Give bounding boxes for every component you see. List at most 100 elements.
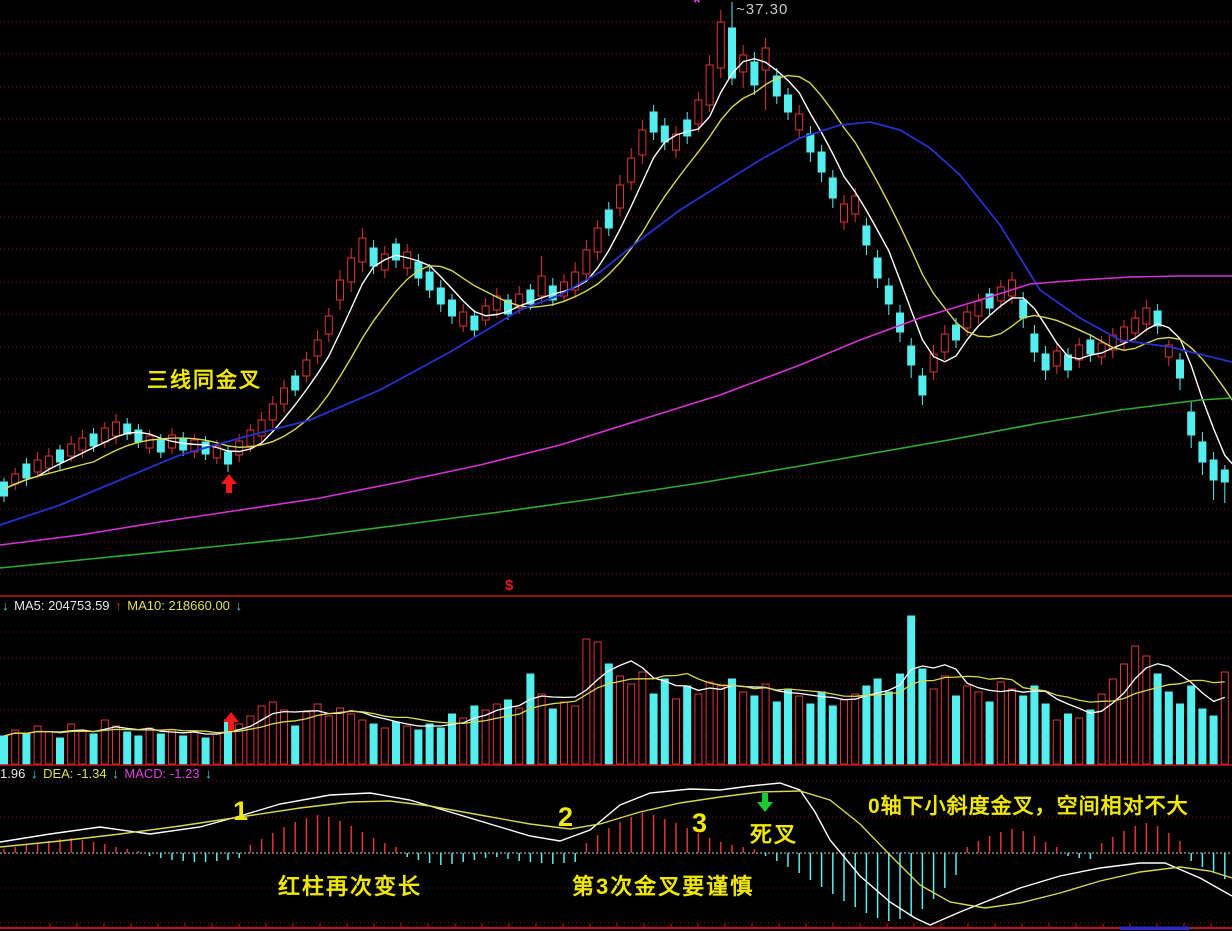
candle <box>908 338 915 378</box>
candle <box>258 412 265 442</box>
candle <box>897 305 904 342</box>
volume-bar <box>157 734 164 764</box>
candle <box>583 240 590 282</box>
volume-bar <box>415 730 422 764</box>
axis-scroll-thumb[interactable] <box>1120 927 1190 931</box>
candle <box>919 368 926 405</box>
volume-bar <box>1009 689 1016 764</box>
volume-bar <box>885 692 892 764</box>
candle <box>325 308 332 342</box>
golden-cross-2-label: 2 <box>558 802 573 833</box>
volume-bar <box>583 639 590 764</box>
candle <box>639 120 646 164</box>
candle <box>684 112 691 144</box>
volume-bar <box>1199 709 1206 764</box>
volume-bar <box>1165 692 1172 764</box>
volume-bar <box>785 689 792 764</box>
volume-bar <box>482 710 489 764</box>
candle <box>1165 340 1172 366</box>
volume-bar <box>169 730 176 764</box>
candle <box>12 468 19 490</box>
volume-bar <box>292 726 299 764</box>
volume-bar <box>796 696 803 764</box>
volume-bar <box>1121 664 1128 764</box>
volume-bar <box>695 694 702 764</box>
candle <box>673 126 680 158</box>
volume-bar <box>1210 716 1217 764</box>
volume-bar <box>975 692 982 764</box>
vol-ma10-value: MA10: 218660.00 <box>127 598 230 613</box>
candle <box>729 2 736 85</box>
volume-bar <box>706 682 713 764</box>
vol-ma5-up-arrow-icon: ↑ <box>115 598 122 613</box>
candle <box>941 325 948 360</box>
third-cross-note-label: 第3次金叉要谨慎 <box>572 869 754 901</box>
candle <box>191 434 198 458</box>
volume-bar <box>661 679 668 764</box>
volume-indicator-header: ↓ MA5: 204753.59 ↑ MA10: 218660.00 ↓ <box>2 598 244 613</box>
candle <box>449 294 456 324</box>
dollar-marker-icon: $ <box>505 577 513 594</box>
volume-bar <box>101 720 108 764</box>
volume-bar <box>202 738 209 764</box>
volume-bar <box>1188 686 1195 764</box>
volume-bar <box>258 706 265 764</box>
volume-bar <box>1087 710 1094 764</box>
candle <box>1042 346 1049 380</box>
golden-cross-3-label: 3 <box>692 808 707 839</box>
volume-bar <box>90 734 97 764</box>
candle <box>1109 328 1116 358</box>
candle <box>807 126 814 162</box>
volume-bar <box>1143 656 1150 764</box>
price-grid <box>0 22 1232 574</box>
volume-bar <box>997 682 1004 764</box>
volume-bar <box>113 726 120 764</box>
volume-bar <box>751 696 758 764</box>
candle <box>841 195 848 230</box>
candle <box>113 414 120 444</box>
candle <box>1221 465 1228 503</box>
volume-bar <box>471 706 478 764</box>
candle <box>986 288 993 315</box>
volume-bar <box>684 686 691 764</box>
volume-bar <box>381 728 388 764</box>
candle <box>281 380 288 412</box>
up-arrow-icon <box>221 474 237 494</box>
volume-bar <box>1 736 8 764</box>
candle <box>1143 300 1150 332</box>
candle <box>314 330 321 364</box>
volume-bar <box>359 720 366 764</box>
candle <box>975 294 982 324</box>
volume-bar <box>348 714 355 764</box>
candle <box>1087 334 1094 362</box>
volume-bar <box>617 676 624 764</box>
volume-bar <box>460 718 467 764</box>
candle <box>740 45 747 88</box>
volume-bar <box>1020 696 1027 764</box>
macd-indicator-header: 1.96 ↓ DEA: -1.34 ↓ MACD: -1.23 ↓ <box>0 766 214 781</box>
volume-bar <box>404 726 411 764</box>
vol-ma10-down-arrow-icon: ↓ <box>236 598 243 613</box>
low-slope-note-label: 0轴下小斜度金叉，空间相对不大 <box>868 790 1189 820</box>
candle <box>717 10 724 78</box>
volume-bars <box>1 616 1229 764</box>
volume-bar <box>135 736 142 764</box>
candle <box>1076 338 1083 368</box>
candle <box>605 202 612 236</box>
volume-bar <box>863 686 870 764</box>
volume-bar <box>673 699 680 764</box>
candle <box>370 240 377 274</box>
volume-bar <box>505 700 512 764</box>
vol-ma5-value: MA5: 204753.59 <box>14 598 109 613</box>
volume-bar <box>829 706 836 764</box>
volume-bar <box>191 732 198 764</box>
volume-bar <box>393 722 400 764</box>
volume-bar <box>897 674 904 764</box>
volume-bar <box>639 672 646 764</box>
macd-dif-value: 1.96 <box>0 766 25 781</box>
candle <box>1154 304 1161 334</box>
volume-bar <box>717 686 724 764</box>
volume-bar <box>986 702 993 764</box>
ma20-line <box>0 122 1232 525</box>
volume-bar <box>605 664 612 764</box>
